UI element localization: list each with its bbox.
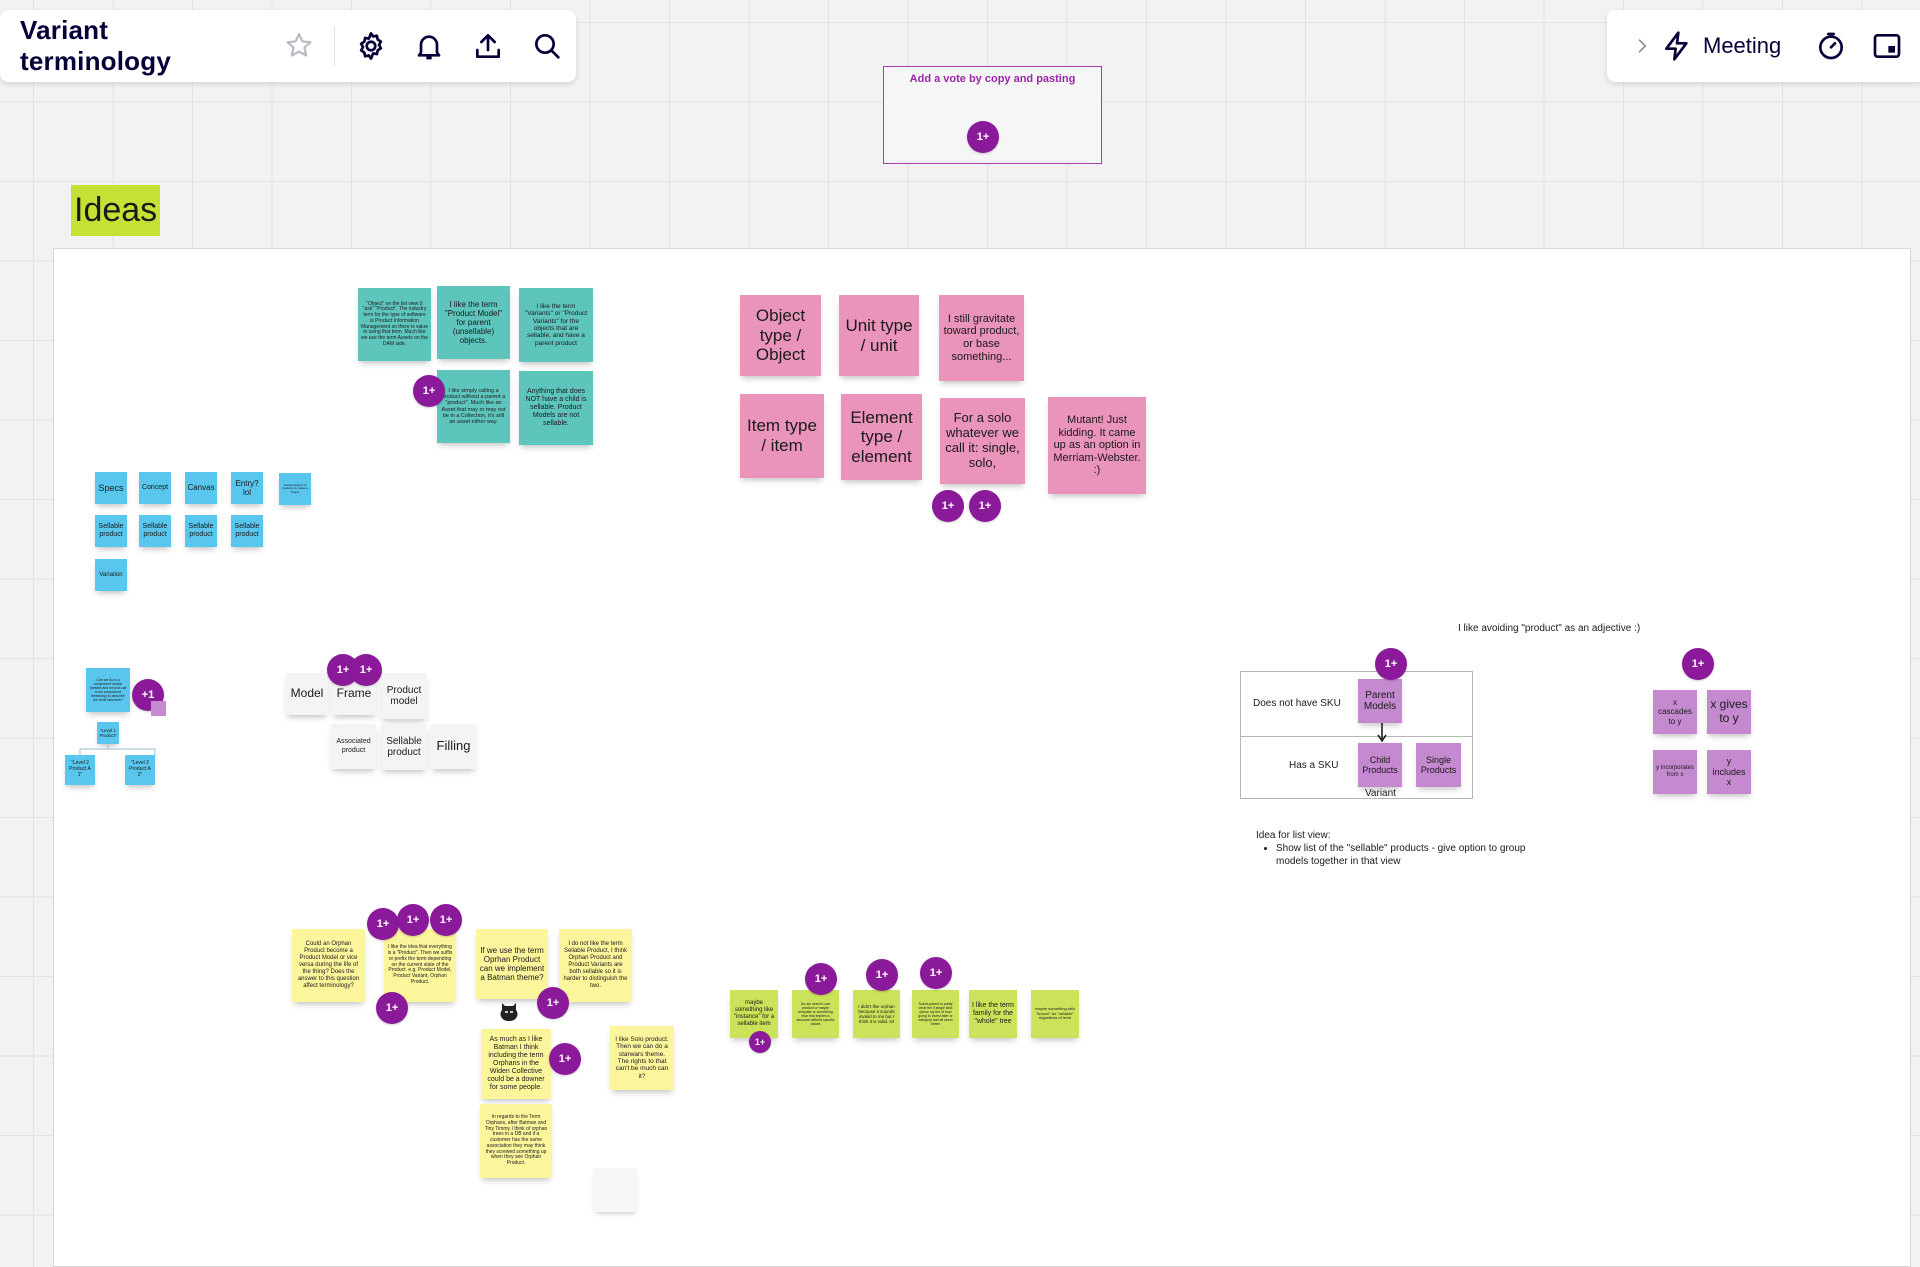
sticky-note[interactable]: Parent Models <box>1358 679 1402 723</box>
vote-badge[interactable]: 1+ <box>967 121 999 153</box>
sticky-note[interactable]: Sellable product <box>185 515 217 547</box>
board-title[interactable]: Variant terminology <box>20 15 258 77</box>
vote-badge[interactable]: 1+ <box>932 490 964 522</box>
sticky-note[interactable]: Child Products <box>1358 743 1402 787</box>
list-view-title: Idea for list view: <box>1256 830 1331 841</box>
sticky-note[interactable]: I like the term family for the "whole" t… <box>969 990 1017 1038</box>
sticky-note[interactable]: Item type / item <box>740 394 824 478</box>
sticky-note[interactable]: Sellable product <box>95 515 127 547</box>
vote-badge[interactable]: 1+ <box>749 1031 771 1053</box>
vote-badge[interactable]: 1+ <box>549 1043 581 1075</box>
vote-badge[interactable]: 1+ <box>1375 648 1407 680</box>
small-sticker[interactable] <box>151 701 166 716</box>
sticky-note[interactable]: I still gravitate toward product, or bas… <box>939 295 1024 381</box>
sticky-note[interactable]: I like the idea that everything is a "Pr… <box>384 929 456 1002</box>
list-view-bullet: Show list of the "sellable" products - g… <box>1276 842 1526 868</box>
upload-icon[interactable] <box>471 28 506 64</box>
sticky-note[interactable]: Element type / element <box>841 394 922 480</box>
list-view-note[interactable]: Idea for list view: Show list of the "se… <box>1256 829 1526 868</box>
sticky-note[interactable]: Solo/a parent is pretty clear the it sin… <box>912 990 959 1038</box>
sticky-note[interactable]: Object type / Object <box>740 295 821 376</box>
sticky-note[interactable]: Canvas <box>185 472 217 504</box>
batman-sticker[interactable] <box>495 999 523 1025</box>
sticky-note[interactable]: For a solo whatever we call it: single, … <box>940 398 1025 484</box>
sticky-note[interactable]: "Level 1 Product" <box>97 722 119 744</box>
timer-icon[interactable] <box>1813 28 1849 64</box>
vote-frame[interactable]: Add a vote by copy and pasting 1+ <box>883 66 1102 164</box>
collaboration-toolbar: Meeting <box>1607 10 1920 82</box>
text-note[interactable]: I like avoiding "product" as an adjectiv… <box>1458 623 1640 634</box>
sticky-note[interactable]: I do not like the term Sellable Product,… <box>559 929 632 1002</box>
sticky-note[interactable]: Concept <box>139 472 171 504</box>
sticky-note[interactable]: Product model <box>381 673 427 719</box>
sticky-note[interactable]: I like Solo product. Then we can do a st… <box>610 1026 674 1090</box>
sticky-note[interactable]: Associated product <box>331 724 376 769</box>
sticky-note[interactable]: Entry? lol <box>231 472 263 504</box>
sticky-note[interactable]: "Object" on the list view (I "ask" "Prod… <box>358 288 431 361</box>
sticky-note[interactable]: Can we do in a component similar (nested… <box>86 668 130 712</box>
vote-badge[interactable]: 1+ <box>920 957 952 989</box>
table-divider <box>1241 736 1472 737</box>
sticky-note[interactable]: Model <box>286 673 328 715</box>
sticky-note[interactable]: Sellable product <box>139 515 171 547</box>
sticky-note[interactable]: x cascades to y <box>1653 690 1697 734</box>
sticky-note[interactable]: maybe something like "instance" for a se… <box>730 990 778 1038</box>
row-label: Has a SKU <box>1289 760 1339 771</box>
gear-icon[interactable] <box>353 28 388 64</box>
sticky-note[interactable]: Sellable product <box>381 724 427 770</box>
sticky-note[interactable]: y incorporates from x <box>1653 750 1697 794</box>
screen-share-icon[interactable] <box>1869 28 1905 64</box>
sticky-note[interactable]: x gives to y <box>1707 690 1751 734</box>
arrow-down-icon <box>1377 723 1387 743</box>
vote-badge[interactable]: 1+ <box>805 963 837 995</box>
row-label: Does not have SKU <box>1253 698 1341 709</box>
sticky-note[interactable]: Mutant! Just kidding. It came up as an o… <box>1048 397 1146 494</box>
vote-badge[interactable]: 1+ <box>376 992 408 1024</box>
sticky-note[interactable]: I didn't like orphan because it sounds i… <box>853 990 900 1038</box>
vote-frame-title: Add a vote by copy and pasting <box>909 73 1076 85</box>
sticky-note[interactable]: "Level 2 Product A 2" <box>125 755 155 785</box>
star-icon[interactable] <box>282 28 317 64</box>
blank-sticky-note[interactable] <box>594 1168 637 1212</box>
toolbar-divider <box>334 26 336 66</box>
vote-badge[interactable]: 1+ <box>367 908 399 940</box>
chevron-right-icon[interactable] <box>1631 28 1653 64</box>
vote-badge[interactable]: 1+ <box>1682 648 1714 680</box>
sticky-note[interactable]: If we use the term Oprhan Product can we… <box>476 929 548 999</box>
sticky-note[interactable]: As much as I like Batman I think includi… <box>481 1029 551 1099</box>
sticky-note[interactable]: Do we need to use product or maybe templ… <box>792 990 839 1038</box>
sticky-note[interactable]: I like the term "Variants" or "Product V… <box>519 288 593 362</box>
meeting-button[interactable]: Meeting <box>1703 33 1781 59</box>
sticky-note[interactable]: Unit type / unit <box>839 295 919 376</box>
variant-label: Variant <box>1365 788 1396 799</box>
sticky-note[interactable]: I like the term "Product Model" for pare… <box>437 286 510 359</box>
sticky-note[interactable]: Single Products <box>1416 743 1461 787</box>
sticky-note[interactable]: I like simply calling a product without … <box>437 370 510 443</box>
sticky-note[interactable]: y includes x <box>1707 750 1751 794</box>
search-icon[interactable] <box>529 28 564 64</box>
vote-badge[interactable]: 1+ <box>350 654 382 686</box>
bell-icon[interactable] <box>412 28 447 64</box>
lightning-icon[interactable] <box>1659 28 1695 64</box>
sku-diagram[interactable]: Does not have SKU Has a SKU Parent Model… <box>1240 671 1473 799</box>
vote-badge[interactable]: 1+ <box>537 987 569 1019</box>
sticky-note[interactable]: maybe something with "known" for "sellab… <box>1031 990 1079 1038</box>
sticky-note[interactable]: In regards to the Term Orphans, after Ba… <box>480 1104 552 1178</box>
sticky-note[interactable]: Specs <box>95 472 127 504</box>
sticky-note[interactable]: Filling <box>431 724 476 769</box>
sticky-note[interactable]: Cookie-butters of products to make a 'br… <box>279 473 311 505</box>
sticky-note[interactable]: "Level 2 Product A 1" <box>65 755 95 785</box>
vote-badge[interactable]: 1+ <box>397 904 429 936</box>
ideas-heading[interactable]: Ideas <box>71 185 161 236</box>
sticky-note[interactable]: Could an Orphan Product become a Product… <box>292 929 365 1002</box>
sticky-note[interactable]: Sellable product <box>231 515 263 547</box>
sticky-note[interactable]: Anything that does NOT have a child is s… <box>519 371 593 445</box>
sticky-note[interactable]: Variation <box>95 559 127 591</box>
vote-badge[interactable]: 1+ <box>413 375 445 407</box>
vote-badge[interactable]: 1+ <box>969 490 1001 522</box>
vote-badge[interactable]: 1+ <box>866 959 898 991</box>
vote-badge[interactable]: 1+ <box>430 904 462 936</box>
board-toolbar: Variant terminology <box>0 10 576 82</box>
